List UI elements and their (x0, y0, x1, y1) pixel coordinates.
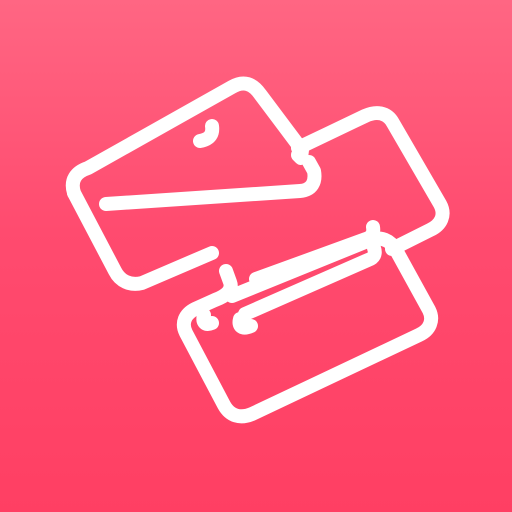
app-icon (0, 0, 512, 512)
connector-marks (196, 308, 258, 335)
stacked-cards-icon (65, 76, 450, 424)
top-card (65, 76, 309, 291)
